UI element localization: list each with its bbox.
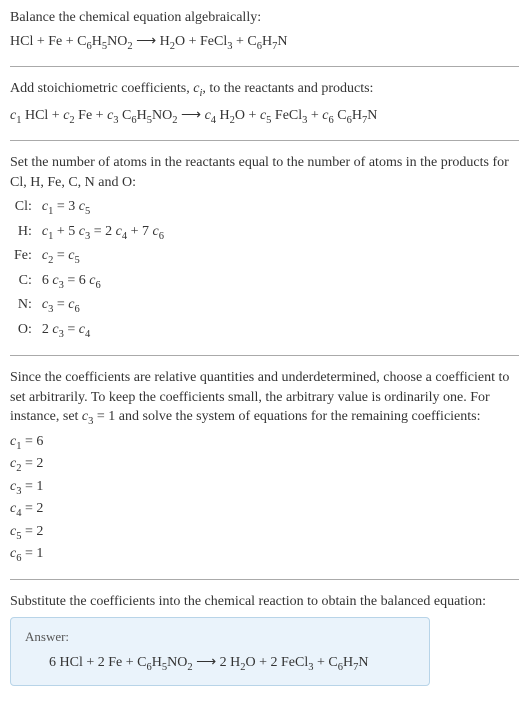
section-solve-coefs: Since the coefficients are relative quan… xyxy=(10,368,519,567)
section-substitute: Substitute the coefficients into the che… xyxy=(10,592,519,686)
element-equation: c2 = c5 xyxy=(38,245,168,269)
divider xyxy=(10,579,519,580)
solve-intro: Since the coefficients are relative quan… xyxy=(10,368,519,430)
element-label: N: xyxy=(10,294,38,318)
coef-value: c3 = 1 xyxy=(10,477,519,499)
section-balance-intro: Balance the chemical equation algebraica… xyxy=(10,8,519,54)
divider xyxy=(10,66,519,67)
coef-value: c6 = 1 xyxy=(10,544,519,566)
balanced-equation: 6 HCl + 2 Fe + C6H5NO2 ⟶ 2 H2O + 2 FeCl3… xyxy=(25,653,415,675)
element-label: Fe: xyxy=(10,245,38,269)
table-row: O:2 c3 = c4 xyxy=(10,319,168,343)
element-equation: c3 = c6 xyxy=(38,294,168,318)
table-row: H:c1 + 5 c3 = 2 c4 + 7 c6 xyxy=(10,221,168,245)
coef-value: c1 = 6 xyxy=(10,432,519,454)
section-add-coefficients: Add stoichiometric coefficients, ci, to … xyxy=(10,79,519,128)
coef-list: c1 = 6c2 = 2c3 = 1c4 = 2c5 = 2c6 = 1 xyxy=(10,432,519,567)
element-label: H: xyxy=(10,221,38,245)
table-row: N:c3 = c6 xyxy=(10,294,168,318)
unbalanced-equation: HCl + Fe + C6H5NO2 ⟶ H2O + FeCl3 + C6H7N xyxy=(10,32,519,54)
table-row: Cl:c1 = 3 c5 xyxy=(10,196,168,220)
coef-equation: c1 HCl + c2 Fe + c3 C6H5NO2 ⟶ c4 H2O + c… xyxy=(10,106,519,128)
balance-intro-text: Balance the chemical equation algebraica… xyxy=(10,8,519,28)
divider xyxy=(10,355,519,356)
atom-balance-table: Cl:c1 = 3 c5H:c1 + 5 c3 = 2 c4 + 7 c6Fe:… xyxy=(10,196,168,343)
element-equation: 2 c3 = c4 xyxy=(38,319,168,343)
element-equation: 6 c3 = 6 c6 xyxy=(38,270,168,294)
add-coef-intro: Add stoichiometric coefficients, ci, to … xyxy=(10,79,519,101)
element-label: Cl: xyxy=(10,196,38,220)
section-atom-balance: Set the number of atoms in the reactants… xyxy=(10,153,519,343)
element-equation: c1 = 3 c5 xyxy=(38,196,168,220)
coef-value: c5 = 2 xyxy=(10,522,519,544)
element-label: C: xyxy=(10,270,38,294)
answer-label: Answer: xyxy=(25,628,415,646)
atom-balance-intro: Set the number of atoms in the reactants… xyxy=(10,153,519,192)
answer-box: Answer: 6 HCl + 2 Fe + C6H5NO2 ⟶ 2 H2O +… xyxy=(10,617,430,686)
element-equation: c1 + 5 c3 = 2 c4 + 7 c6 xyxy=(38,221,168,245)
coef-value: c2 = 2 xyxy=(10,454,519,476)
table-row: C:6 c3 = 6 c6 xyxy=(10,270,168,294)
coef-value: c4 = 2 xyxy=(10,499,519,521)
divider xyxy=(10,140,519,141)
table-row: Fe:c2 = c5 xyxy=(10,245,168,269)
substitute-intro: Substitute the coefficients into the che… xyxy=(10,592,519,612)
element-label: O: xyxy=(10,319,38,343)
